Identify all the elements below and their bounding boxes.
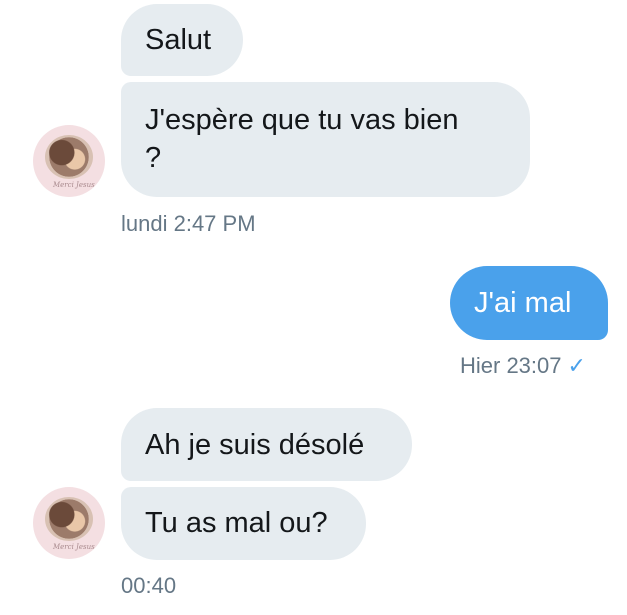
incoming-message-bubble[interactable]: J'espère que tu vas bien ?	[121, 82, 530, 197]
message-timestamp: 00:40	[121, 573, 177, 598]
check-icon: ✓	[567, 353, 586, 378]
message-text: ?	[145, 142, 162, 174]
incoming-message-bubble[interactable]: Tu as mal ou?	[121, 487, 366, 560]
message-text: Salut	[145, 24, 212, 56]
avatar[interactable]: Merci Jesus	[33, 487, 105, 559]
message-timestamp: lundi 2:47 PM	[121, 211, 256, 236]
avatar[interactable]: Merci Jesus	[33, 125, 105, 197]
message-text: J'ai mal	[474, 287, 572, 319]
incoming-message-bubble[interactable]: Salut	[121, 4, 243, 76]
message-text: Tu as mal ou?	[145, 507, 328, 539]
avatar-signature: Merci Jesus	[53, 543, 95, 551]
message-text: Ah je suis désolé	[145, 429, 365, 461]
message-text: J'espère que tu vas bien	[145, 104, 459, 136]
message-status: Hier 23:07 ✓	[460, 353, 586, 379]
avatar-photo	[45, 497, 93, 541]
message-timestamp: Hier 23:07	[460, 353, 562, 378]
outgoing-message-bubble[interactable]: J'ai mal	[450, 266, 608, 340]
incoming-message-bubble[interactable]: Ah je suis désolé	[121, 408, 412, 481]
avatar-signature: Merci Jesus	[53, 181, 95, 189]
avatar-photo	[45, 135, 93, 179]
